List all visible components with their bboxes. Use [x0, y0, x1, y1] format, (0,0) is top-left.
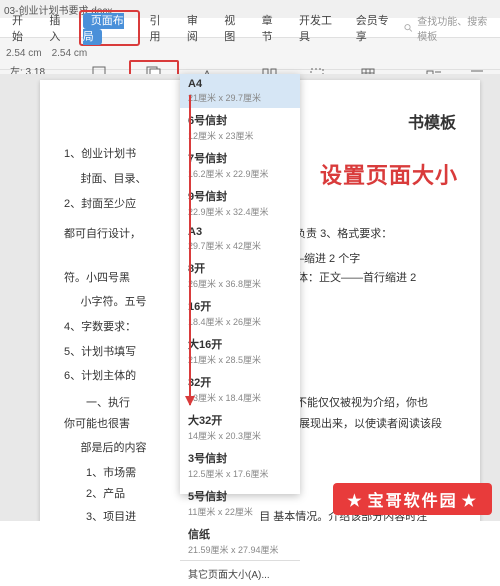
- tab-page-layout[interactable]: 页面布局: [83, 13, 124, 45]
- page-size-name: 16开: [188, 298, 292, 314]
- page-size-dropdown: A421厘米 x 29.7厘米6号信封12厘米 x 23厘米7号信封16.2厘米…: [180, 74, 300, 494]
- page-size-option[interactable]: 5号信封11厘米 x 22厘米: [180, 484, 300, 522]
- paragraph: 都可自行设计，: [64, 228, 141, 240]
- page-size-dimensions: 29.7厘米 x 42厘米: [188, 239, 292, 252]
- tab-reference[interactable]: 引用: [142, 10, 177, 46]
- page-size-option[interactable]: 6号信封12厘米 x 23厘米: [180, 108, 300, 146]
- page-size-dimensions: 14厘米 x 20.3厘米: [188, 429, 292, 442]
- page-size-option[interactable]: 8开26厘米 x 36.8厘米: [180, 256, 300, 294]
- paragraph: 3、格式要求：: [320, 225, 392, 244]
- page-size-name: 5号信封: [188, 488, 292, 504]
- annotation-text: 设置页面大小: [320, 158, 458, 190]
- ribbon-tabs: 开始 插入 页面布局 引用 审阅 视图 章节 开发工具 会员专享 查找功能、搜索…: [0, 18, 500, 38]
- page-size-name: 32开: [188, 374, 292, 390]
- tab-insert[interactable]: 插入: [41, 10, 76, 46]
- tab-review[interactable]: 审阅: [179, 10, 214, 46]
- page-size-name: A4: [188, 78, 292, 90]
- highlight-box-tab: 页面布局: [79, 10, 140, 46]
- page-size-option[interactable]: A421厘米 x 29.7厘米: [180, 74, 300, 108]
- page-size-name: 3号信封: [188, 450, 292, 466]
- page-size-dimensions: 18.4厘米 x 26厘米: [188, 315, 292, 328]
- tab-devtools[interactable]: 开发工具: [291, 10, 346, 46]
- page-size-name: A3: [188, 226, 292, 238]
- tab-section[interactable]: 章节: [254, 10, 289, 46]
- page-size-option[interactable]: 大32开14厘米 x 20.3厘米: [180, 408, 300, 446]
- page-size-dimensions: 12.5厘米 x 17.6厘米: [188, 467, 292, 480]
- tab-view[interactable]: 视图: [216, 10, 251, 46]
- tab-start[interactable]: 开始: [4, 10, 39, 46]
- paragraph: 3、项目进: [86, 508, 136, 522]
- margin-top: 2.54 cm: [6, 48, 42, 59]
- page-size-name: 大16开: [188, 336, 292, 352]
- star-icon: ★: [462, 493, 478, 510]
- page-size-name: 7号信封: [188, 150, 292, 166]
- page-size-option[interactable]: A329.7厘米 x 42厘米: [180, 222, 300, 256]
- page-size-option[interactable]: 3号信封12.5厘米 x 17.6厘米: [180, 446, 300, 484]
- page-size-name: 6号信封: [188, 112, 292, 128]
- annotation-arrow: [189, 95, 191, 405]
- search-placeholder: 查找功能、搜索模板: [417, 13, 496, 43]
- page-size-name: 9号信封: [188, 188, 292, 204]
- page-size-dimensions: 12厘米 x 23厘米: [188, 129, 292, 142]
- watermark-text: 宝哥软件园: [368, 493, 458, 510]
- page-size-option[interactable]: 32开13厘米 x 18.4厘米: [180, 370, 300, 408]
- page-size-dimensions: 21厘米 x 29.7厘米: [188, 91, 292, 104]
- page-size-dimensions: 11厘米 x 22厘米: [188, 505, 292, 518]
- page-size-name: 8开: [188, 260, 292, 276]
- page-size-name: 大32开: [188, 412, 292, 428]
- search-hint[interactable]: 查找功能、搜索模板: [404, 13, 496, 43]
- page-size-dimensions: 16.2厘米 x 22.9厘米: [188, 167, 292, 180]
- margin-right: 2.54 cm: [52, 48, 88, 59]
- page-size-dimensions: 26厘米 x 36.8厘米: [188, 277, 292, 290]
- page-size-dimensions: 22.9厘米 x 32.4厘米: [188, 205, 292, 218]
- paragraph: 符。小四号黑: [64, 272, 130, 284]
- page-size-dimensions: 21厘米 x 28.5厘米: [188, 353, 292, 366]
- page-size-option[interactable]: 7号信封16.2厘米 x 22.9厘米: [180, 146, 300, 184]
- watermark-badge: ★宝哥软件园★: [333, 483, 492, 515]
- paragraph: 你可能也很害: [64, 418, 130, 430]
- page-size-dimensions: 21.59厘米 x 27.94厘米: [188, 543, 292, 556]
- star-icon: ★: [347, 493, 363, 510]
- page-size-option[interactable]: 16开18.4厘米 x 26厘米: [180, 294, 300, 332]
- page-size-name: 信纸: [188, 526, 292, 542]
- tab-member[interactable]: 会员专享: [348, 10, 403, 46]
- page-size-option[interactable]: 信纸21.59厘米 x 27.94厘米: [180, 522, 300, 560]
- page-size-option[interactable]: 大16开21厘米 x 28.5厘米: [180, 332, 300, 370]
- other-page-size-option[interactable]: 其它页面大小(A)...: [180, 560, 300, 586]
- paragraph: 一、执行: [86, 394, 130, 413]
- search-icon: [404, 23, 413, 33]
- page-size-dimensions: 13厘米 x 18.4厘米: [188, 391, 292, 404]
- page-size-option[interactable]: 9号信封22.9厘米 x 32.4厘米: [180, 184, 300, 222]
